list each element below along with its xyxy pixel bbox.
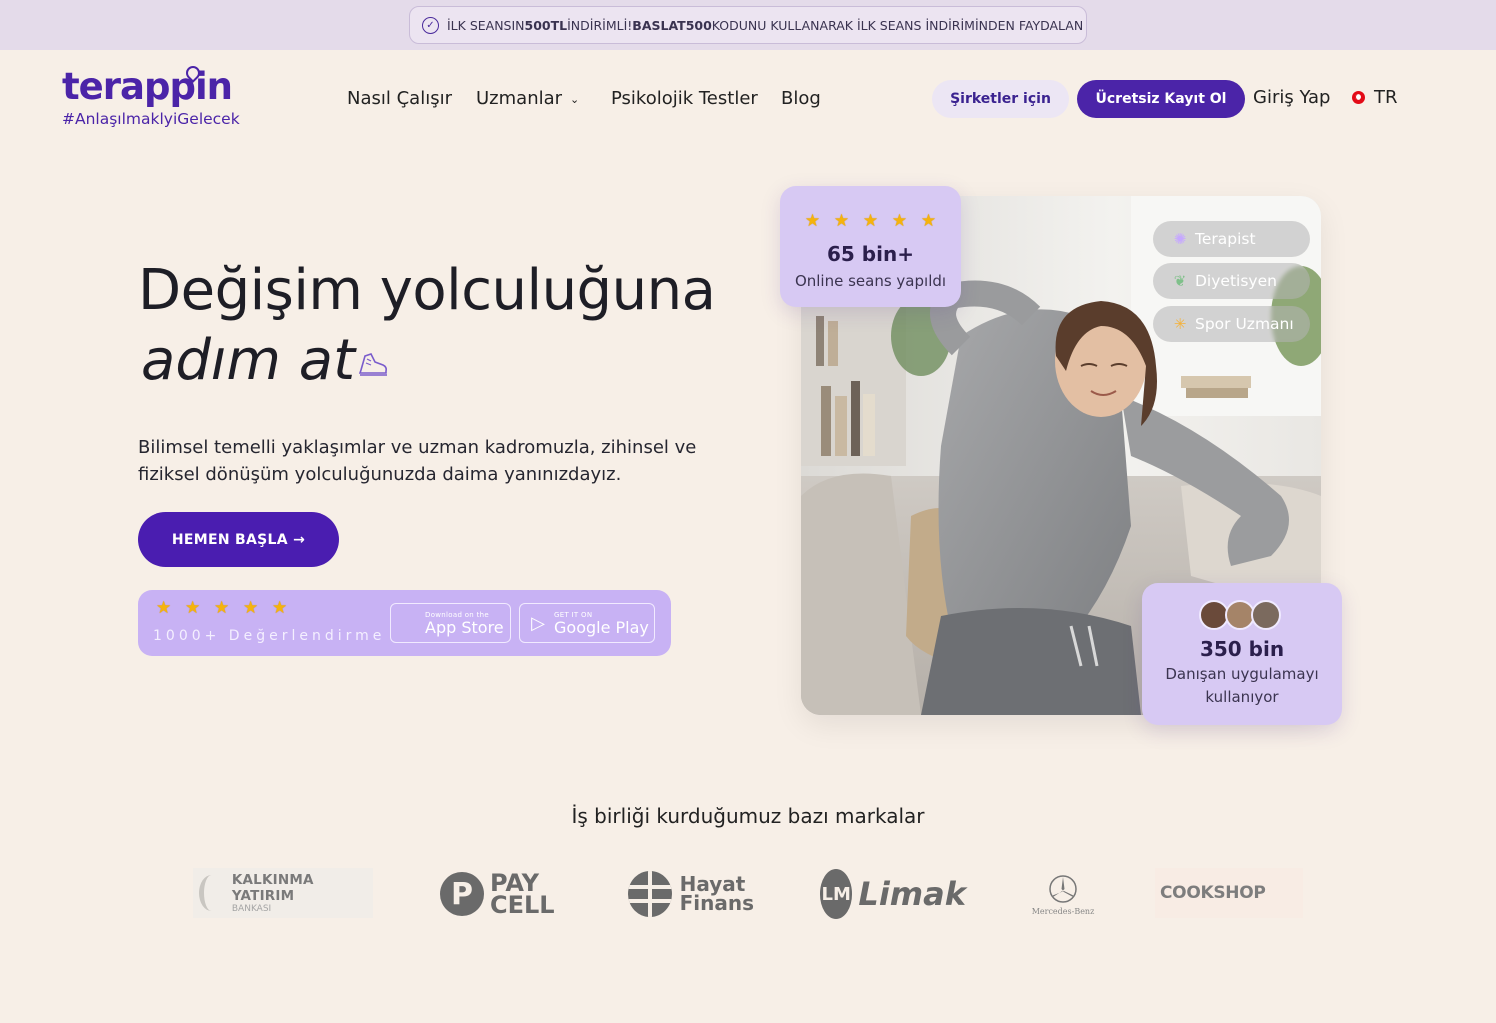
- mercedes-wordmark: Mercedes-Benz: [1031, 907, 1095, 916]
- star-icon: ★: [804, 211, 821, 231]
- nav-psych-tests[interactable]: Psikolojik Testler: [611, 88, 758, 109]
- kalkinma-line2: BANKASI: [231, 904, 272, 914]
- avatar: [1251, 600, 1281, 630]
- logo-wordmark: terappin: [62, 63, 240, 110]
- chip-fitness-label: Spor Uzmanı: [1195, 315, 1294, 333]
- hero-description: Bilimsel temelli yaklaşımlar ve uzman ka…: [138, 437, 697, 485]
- chip-dietitian[interactable]: ❦ Diyetisyen: [1153, 263, 1310, 299]
- sessions-stars: ★ ★ ★ ★ ★: [780, 213, 961, 230]
- start-now-button[interactable]: HEMEN BAŞLA →: [138, 512, 339, 567]
- turkey-flag-icon: [1352, 91, 1365, 104]
- chip-therapist-label: Terapist: [1195, 230, 1256, 248]
- clients-label: Danışan uygulamayı kullanıyor: [1165, 665, 1319, 706]
- sessions-stat-card: ★ ★ ★ ★ ★ 65 bin+ Online seans yapıldı: [780, 186, 961, 307]
- sessions-value: 65 bin+: [827, 242, 914, 266]
- rating-bar: ★ ★ ★ ★ ★ 1000+ Değerlendirme Download o…: [138, 590, 671, 656]
- partner-logo-kalkinma: KALKINMA YATIRIM BANKASI: [193, 868, 373, 918]
- avatar-group: [1142, 600, 1342, 630]
- promo-code: BASLAT500: [632, 17, 712, 33]
- nav-experts[interactable]: Uzmanlar ⌄: [476, 88, 579, 109]
- star-icon: ★: [185, 598, 201, 618]
- signup-button[interactable]: Ücretsiz Kayıt Ol: [1077, 80, 1245, 118]
- star-icon: ★: [920, 211, 937, 231]
- corporate-button[interactable]: Şirketler için: [932, 80, 1069, 118]
- limak-emblem-icon: LM: [820, 869, 853, 919]
- language-selector[interactable]: TR: [1352, 87, 1398, 108]
- promo-suffix: KODUNU KULLANARAK İLK SEANS İNDİRİMİNDEN…: [711, 17, 1084, 33]
- chevron-down-icon: ⌄: [570, 92, 580, 106]
- paycell-p-icon: P: [440, 872, 484, 916]
- hayat-finans-globe-icon: [628, 871, 672, 917]
- hayat-finans-line2: Finans: [679, 891, 754, 915]
- promo-amount: 500TL: [524, 17, 568, 33]
- nav-blog[interactable]: Blog: [781, 88, 821, 109]
- star-icon: ★: [862, 211, 879, 231]
- sessions-label: Online seans yapıldı: [794, 272, 947, 290]
- promo-banner[interactable]: ✓ İLK SEANSIN 500TL İNDİRİMLİ! BASLAT500…: [409, 6, 1087, 44]
- logo[interactable]: terappin #AnlaşılmaklyiGelecek: [62, 63, 240, 128]
- partner-logo-hayat-finans: Hayat Finans: [628, 870, 754, 918]
- kalkinma-emblem-icon: [199, 875, 224, 911]
- burst-icon: ✳: [1173, 315, 1187, 333]
- leaf-icon: ❦: [1173, 272, 1187, 290]
- limak-wordmark: Limak: [858, 875, 966, 913]
- mercedes-star-icon: [1049, 875, 1077, 903]
- hero-subtitle: adım at: [141, 328, 356, 393]
- google-play-button[interactable]: ▷ GET IT ON Google Play: [519, 603, 655, 643]
- hero-title: Değişim yolculuğuna: [138, 258, 716, 323]
- rating-label: 1000+ Değerlendirme: [153, 628, 386, 644]
- logo-tagline: #AnlaşılmaklyiGelecek: [62, 110, 240, 128]
- chip-dietitian-label: Diyetisyen: [1195, 272, 1277, 290]
- logo-name: terappin: [62, 65, 233, 108]
- kalkinma-line1: KALKINMA YATIRIM: [231, 872, 314, 904]
- star-icon: ★: [272, 598, 288, 618]
- partner-logo-limak: LM Limak: [820, 868, 966, 920]
- language-code: TR: [1374, 87, 1398, 108]
- cookshop-wordmark: COOKSHOP: [1160, 883, 1266, 903]
- star-icon: ★: [214, 598, 230, 618]
- nav-how-it-works[interactable]: Nasıl Çalışır: [347, 88, 452, 109]
- clients-value: 350 bin: [1199, 637, 1285, 661]
- chip-therapist[interactable]: ✺ Terapist: [1153, 221, 1310, 257]
- star-icon: ★: [891, 211, 908, 231]
- partner-logo-cookshop: COOKSHOP: [1155, 868, 1303, 918]
- star-icon: ★: [243, 598, 259, 618]
- clients-stat-card: 350 bin Danışan uygulamayı kullanıyor: [1142, 583, 1342, 725]
- partner-logo-paycell: P PAY CELL: [440, 870, 560, 918]
- google-play-large: Google Play: [554, 617, 649, 637]
- app-store-large: App Store: [425, 617, 504, 637]
- promo-bar: ✓ İLK SEANSIN 500TL İNDİRİMLİ! BASLAT500…: [0, 0, 1496, 50]
- star-icon: ★: [156, 598, 172, 618]
- promo-middle: İNDİRİMLİ!: [567, 17, 633, 33]
- rating-stars: ★ ★ ★ ★ ★: [156, 600, 289, 617]
- app-store-button[interactable]: Download on the App Store: [390, 603, 511, 643]
- login-link[interactable]: Giriş Yap: [1253, 87, 1330, 108]
- apple-icon: [399, 613, 419, 633]
- partner-logo-mercedes: Mercedes-Benz: [1030, 872, 1096, 918]
- sparkle-icon: ✺: [1173, 230, 1187, 248]
- paycell-line2: CELL: [490, 891, 555, 919]
- sneaker-icon: [358, 353, 387, 376]
- nav-experts-label: Uzmanlar: [476, 88, 563, 109]
- chip-fitness[interactable]: ✳ Spor Uzmanı: [1153, 306, 1310, 342]
- check-circle-icon: ✓: [422, 16, 439, 34]
- promo-prefix: İLK SEANSIN: [447, 17, 525, 33]
- partners-title: İş birliği kurduğumuz bazı markalar: [571, 804, 925, 828]
- play-icon: ▷: [531, 612, 545, 634]
- star-icon: ★: [833, 211, 850, 231]
